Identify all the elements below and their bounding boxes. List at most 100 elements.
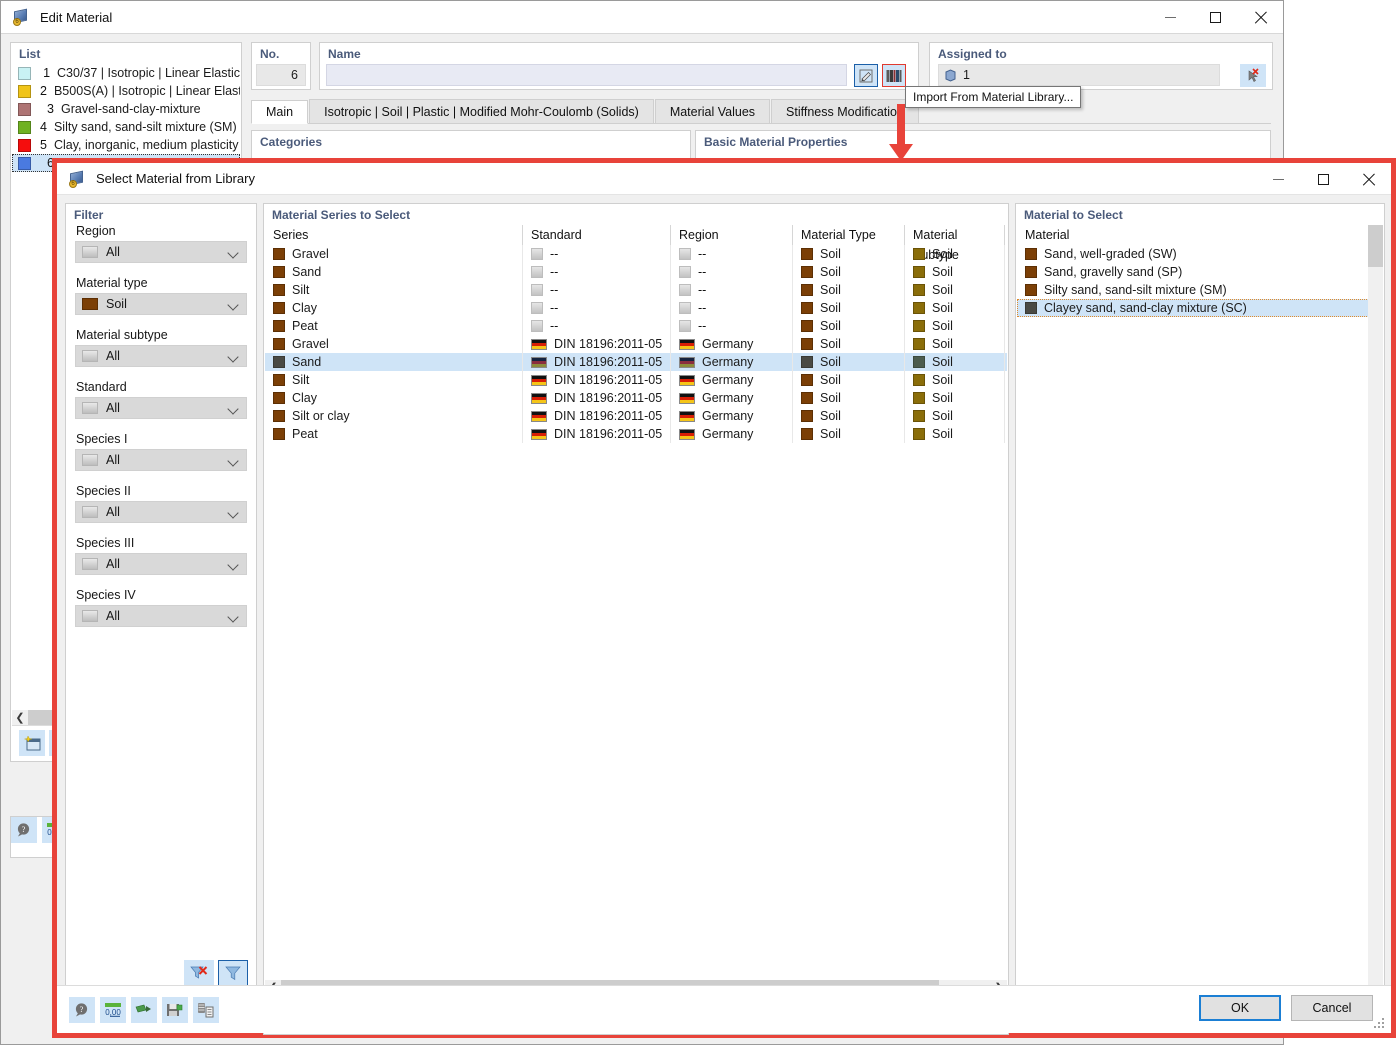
column-header-series[interactable]: Series [265,225,523,245]
table-row[interactable]: Silt or clay DIN 18196:2011-05 Germany S… [265,407,1007,425]
scrollbar-thumb[interactable] [1368,225,1383,267]
maximize-button[interactable] [1193,1,1238,33]
cell-standard: -- [550,283,559,297]
swatch [82,298,98,310]
swatch [82,558,98,570]
close-button[interactable] [1238,1,1283,33]
filter-select-standard[interactable]: All [75,397,247,419]
clear-filter-button[interactable] [184,960,214,986]
dialog-maximize-button[interactable] [1301,163,1346,195]
chevron-down-icon [227,351,239,363]
material-name-input[interactable] [326,64,847,86]
info-button[interactable]: ? [69,997,95,1023]
column-header-material-type[interactable]: Material Type [793,225,905,245]
list-item[interactable]: 4 Silty sand, sand-silt mixture (SM) | I… [12,118,240,136]
import-from-material-library-button[interactable] [882,64,906,87]
filter-select-region[interactable]: All [75,241,247,263]
material-to-select-list[interactable]: Material Sand, well-graded (SW) Sand, gr… [1017,225,1383,995]
minimize-button[interactable] [1148,1,1193,33]
filter-panel: Filter Region All Material type Soil Mat… [65,203,257,997]
material-vertical-scrollbar[interactable] [1368,225,1383,995]
cell-series: Gravel [292,337,329,351]
material-subtype-swatch [913,410,925,422]
remove-assignment-button[interactable] [1240,64,1266,87]
list-item[interactable]: 3 Gravel-sand-clay-mixture [12,100,240,118]
filter-select-material-subtype[interactable]: All [75,345,247,367]
filter-select-species-2[interactable]: All [75,501,247,523]
column-header-region[interactable]: Region [671,225,793,245]
table-row[interactable]: Sand DIN 18196:2011-05 Germany Soil Soil [265,353,1007,371]
material-series-grid[interactable]: Series Standard Region Material Type Mat… [265,225,1007,980]
filter-value-species-4: All [106,609,120,623]
material-color-swatch [1025,248,1037,260]
germany-flag-icon [531,356,547,368]
material-cube-icon: 6 [69,170,87,188]
info-button[interactable]: ? [11,817,37,843]
dialog-close-button[interactable] [1346,163,1391,195]
categories-caption: Categories [260,135,323,149]
table-row[interactable]: Clay -- -- Soil Soil [265,299,1007,317]
cell-region: Germany [702,391,754,405]
annotation-arrow [889,104,913,161]
material-series-panel: Material Series to Select Series Standar… [263,203,1009,997]
filter-field-material-subtype: Material subtype All [66,328,256,367]
material-subtype-swatch [913,374,925,386]
list-item[interactable]: Clayey sand, sand-clay mixture (SC) [1017,299,1383,317]
list-item[interactable]: 2 B500S(A) | Isotropic | Linear Elastic [12,82,240,100]
cell-material-subtype: Soil [932,427,953,441]
region-swatch [679,320,691,332]
column-header-material[interactable]: Material [1017,225,1383,245]
table-row[interactable]: Silt -- -- Soil Soil [265,281,1007,299]
tab-material-values[interactable]: Material Values [654,99,771,123]
save-button[interactable] [162,997,188,1023]
list-item[interactable]: Silty sand, sand-silt mixture (SM) [1017,281,1383,299]
import-button[interactable] [131,997,157,1023]
tab-main[interactable]: Main [251,100,309,124]
assigned-to-value[interactable]: 1 [938,64,1220,86]
column-header-standard[interactable]: Standard [523,225,671,245]
cell-material-type: Soil [820,247,841,261]
filter-field-region: Region All [66,224,256,263]
filter-select-species-1[interactable]: All [75,449,247,471]
cell-standard: -- [550,247,559,261]
table-row[interactable]: Sand -- -- Soil Soil [265,263,1007,281]
dialog-minimize-button[interactable] [1256,163,1301,195]
table-row[interactable]: Gravel -- -- Soil Soil [265,245,1007,263]
cell-standard: DIN 18196:2011-05 [554,391,663,405]
filter-select-material-type[interactable]: Soil [75,293,247,315]
filter-select-species-3[interactable]: All [75,553,247,575]
scroll-left-icon[interactable]: ❮ [12,710,28,725]
list-item[interactable]: Sand, gravelly sand (SP) [1017,263,1383,281]
edit-material-name-button[interactable] [854,64,878,87]
material-type-swatch [801,284,813,296]
cell-series: Silt [292,373,310,387]
column-header-material-subtype[interactable]: Material Subtype [905,225,1005,262]
ok-button[interactable]: OK [1199,995,1281,1021]
cancel-button[interactable]: Cancel [1291,995,1373,1021]
table-row[interactable]: Clay DIN 18196:2011-05 Germany Soil Soil [265,389,1007,407]
apply-filter-button[interactable] [218,960,248,986]
cell-series: Silt [292,283,310,297]
list-item[interactable]: 5 Clay, inorganic, medium plasticity (CM [12,136,240,154]
table-row[interactable]: Silt DIN 18196:2011-05 Germany Soil Soil [265,371,1007,389]
cell-region: Germany [702,337,754,351]
table-row[interactable]: Peat DIN 18196:2011-05 Germany Soil Soil [265,425,1007,443]
tab-isotropic-soil-plastic[interactable]: Isotropic | Soil | Plastic | Modified Mo… [309,99,654,123]
export-report-button[interactable] [193,997,219,1023]
decimal-places-button[interactable]: 0,00 [100,997,126,1023]
import-arrow-icon [135,1004,151,1013]
material-name-panel: Name [319,42,919,90]
table-row[interactable]: Peat -- -- Soil Soil [265,317,1007,335]
resize-grip[interactable] [1374,1018,1386,1030]
new-material-button[interactable] [19,730,45,756]
list-item[interactable]: Sand, well-graded (SW) [1017,245,1383,263]
filter-field-species-2: Species II All [66,484,256,523]
cell-region: Germany [702,373,754,387]
cell-region: Germany [702,427,754,441]
filter-select-species-4[interactable]: All [75,605,247,627]
list-item[interactable]: 1 C30/37 | Isotropic | Linear Elastic [12,64,240,82]
material-type-swatch [801,392,813,404]
material-tabs: Main Isotropic | Soil | Plastic | Modifi… [251,99,1271,124]
table-row[interactable]: Gravel DIN 18196:2011-05 Germany Soil So… [265,335,1007,353]
cell-material-type: Soil [820,301,841,315]
